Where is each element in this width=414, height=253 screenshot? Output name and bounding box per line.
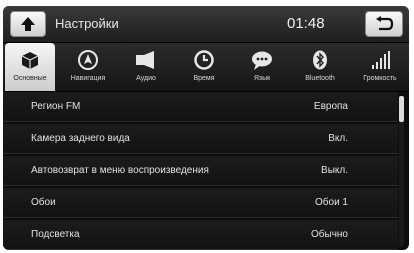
tab-navigation[interactable]: Навигация bbox=[63, 43, 113, 91]
scrollbar[interactable] bbox=[399, 96, 404, 246]
tab-label: Громкость bbox=[363, 75, 397, 82]
back-arrow-icon bbox=[376, 16, 394, 31]
back-button[interactable] bbox=[365, 11, 403, 37]
tab-bluetooth[interactable]: Bluetooth bbox=[295, 43, 345, 91]
head-unit-display: Настройки 01:48 Основные Навигация Аудио… bbox=[3, 6, 409, 250]
setting-row-wallpaper[interactable]: Обои Обои 1 bbox=[3, 188, 398, 218]
tab-audio[interactable]: Аудио bbox=[121, 43, 171, 91]
setting-value: Выкл. bbox=[321, 165, 348, 176]
tab-label: Язык bbox=[253, 75, 271, 82]
tab-language[interactable]: Язык bbox=[237, 43, 287, 91]
tab-time[interactable]: Время bbox=[179, 43, 229, 91]
tab-label: Bluetooth bbox=[305, 75, 335, 82]
clock: 01:48 bbox=[287, 15, 325, 32]
setting-row-rear-camera[interactable]: Камера заднего вида Вкл. bbox=[3, 124, 398, 154]
screen: Настройки 01:48 Основные Навигация Аудио… bbox=[0, 0, 414, 253]
clock-icon bbox=[193, 48, 215, 72]
home-button[interactable] bbox=[10, 11, 46, 37]
setting-row-auto-return[interactable]: Автовозврат в меню воспроизведения Выкл. bbox=[3, 156, 398, 186]
setting-value: Вкл. bbox=[328, 133, 348, 144]
tab-label: Время bbox=[193, 75, 215, 82]
tab-label: Навигация bbox=[70, 75, 106, 82]
tab-general[interactable]: Основные bbox=[5, 43, 55, 91]
setting-label: Автовозврат в меню воспроизведения bbox=[31, 165, 209, 176]
tab-label: Основные bbox=[13, 75, 47, 82]
volume-bars-icon bbox=[369, 48, 391, 72]
setting-row-fm-region[interactable]: Регион FM Европа bbox=[3, 92, 398, 122]
general-settings-icon bbox=[19, 48, 41, 72]
navigation-icon bbox=[77, 48, 99, 72]
settings-list: Регион FM Европа Камера заднего вида Вкл… bbox=[3, 92, 398, 250]
setting-label: Обои bbox=[31, 197, 56, 208]
scrollbar-thumb[interactable] bbox=[399, 96, 404, 122]
setting-label: Подсветка bbox=[31, 229, 80, 240]
tab-label: Аудио bbox=[136, 75, 156, 82]
top-bar: Настройки 01:48 bbox=[3, 6, 409, 43]
setting-label: Регион FM bbox=[31, 101, 81, 112]
setting-value: Обои 1 bbox=[315, 197, 348, 208]
page-title: Настройки bbox=[55, 16, 119, 31]
speech-bubble-icon bbox=[250, 48, 274, 72]
home-arrow-icon bbox=[21, 17, 35, 31]
tab-volume[interactable]: Громкость bbox=[355, 43, 405, 91]
setting-value: Обычно bbox=[311, 229, 348, 240]
setting-label: Камера заднего вида bbox=[31, 133, 130, 144]
bluetooth-icon bbox=[309, 48, 331, 72]
tab-bar: Основные Навигация Аудио Время Язык Blue… bbox=[3, 43, 409, 92]
speaker-icon bbox=[134, 48, 158, 72]
setting-row-backlight[interactable]: Подсветка Обычно bbox=[3, 220, 398, 250]
setting-value: Европа bbox=[313, 101, 348, 112]
